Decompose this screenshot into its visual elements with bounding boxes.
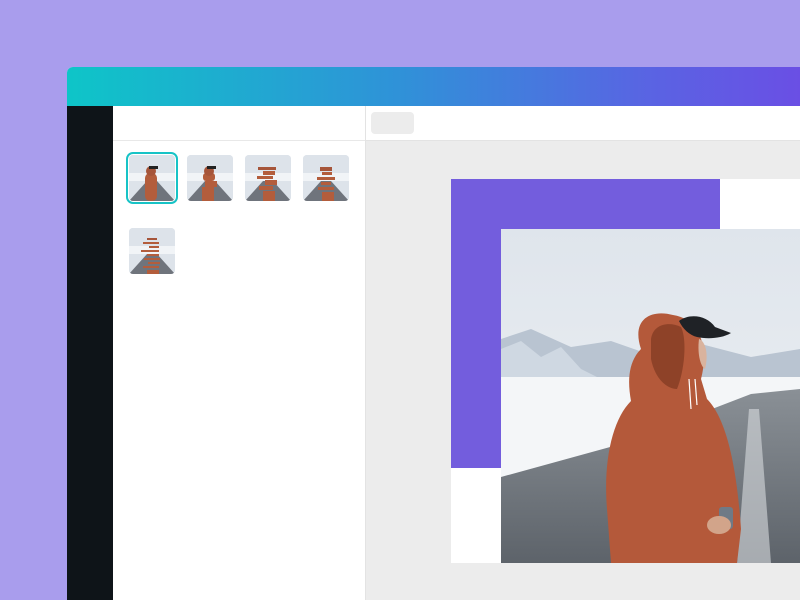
thumbnail-image <box>187 155 233 201</box>
left-tool-rail <box>67 106 113 600</box>
effects-panel <box>113 106 366 600</box>
toolbar-button[interactable] <box>371 112 414 134</box>
thumbnail-original[interactable] <box>126 152 178 204</box>
thumbnail-image <box>129 228 175 274</box>
thumbnail-image <box>129 155 175 201</box>
photo-person-on-road <box>501 229 800 563</box>
canvas-toolbar <box>366 106 800 141</box>
thumbnail-glitch-strong[interactable] <box>303 155 349 201</box>
canvas-workspace <box>366 106 800 600</box>
panel-header <box>113 106 365 141</box>
thumbnail-image <box>303 155 349 201</box>
app-window <box>67 67 800 600</box>
artboard[interactable] <box>451 179 800 563</box>
canvas-photo[interactable] <box>501 229 800 563</box>
thumbnail-image <box>245 155 291 201</box>
thumbnail-glitch-light[interactable] <box>187 155 233 201</box>
thumbnail-glitch-heavy[interactable] <box>129 228 175 274</box>
title-bar[interactable] <box>67 67 800 106</box>
thumbnail-glitch-medium[interactable] <box>245 155 291 201</box>
